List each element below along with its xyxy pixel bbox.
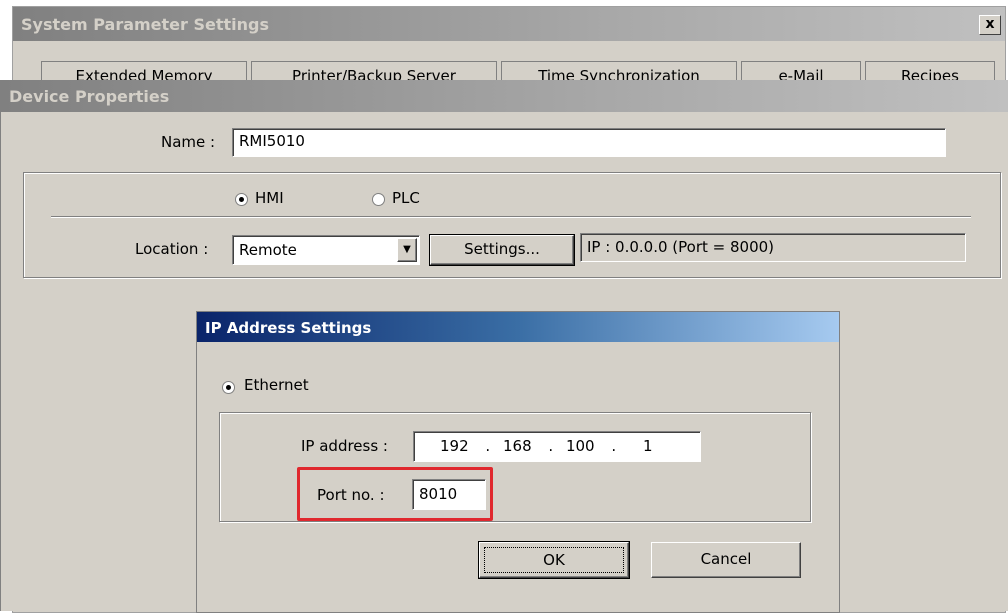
hmi-radio[interactable]: [235, 193, 248, 206]
ip-octet-3: 100: [565, 437, 595, 455]
group-separator: [51, 216, 971, 218]
location-label: Location :: [135, 240, 209, 258]
plc-label: PLC: [392, 189, 420, 207]
ip-address-label: IP address :: [301, 437, 388, 455]
ip-separator: .: [611, 437, 617, 455]
ip-octet-2: 168: [502, 437, 532, 455]
ip-address-dialog: IP Address Settings Ethernet IP address …: [196, 311, 840, 613]
hmi-label: HMI: [255, 189, 284, 207]
ip-octet-1: 192: [440, 437, 469, 455]
ip-octet-4: 1: [642, 437, 653, 455]
ip-dialog-titlebar: IP Address Settings: [197, 312, 839, 342]
chevron-down-icon[interactable]: ▼: [397, 238, 417, 262]
port-label: Port no. :: [317, 486, 385, 504]
ok-button[interactable]: OK: [479, 542, 629, 578]
ip-separator: .: [548, 437, 554, 455]
location-select[interactable]: Remote ▼: [232, 235, 420, 265]
name-input[interactable]: RMI5010: [232, 128, 946, 157]
system-parameter-title: System Parameter Settings: [21, 15, 270, 34]
system-parameter-titlebar: System Parameter Settings x: [13, 7, 1005, 41]
settings-button[interactable]: Settings...: [430, 235, 574, 265]
ethernet-radio[interactable]: [222, 381, 235, 394]
ok-label: OK: [543, 551, 565, 569]
port-input[interactable]: 8010: [412, 479, 486, 510]
close-icon[interactable]: x: [979, 15, 1001, 35]
ip-separator: .: [485, 437, 491, 455]
name-label: Name :: [161, 133, 216, 151]
ethernet-label: Ethernet: [244, 376, 309, 394]
device-properties-title: Device Properties: [9, 87, 170, 106]
cancel-button[interactable]: Cancel: [651, 542, 801, 578]
device-properties-titlebar: Device Properties: [1, 80, 1008, 112]
ip-dialog-title: IP Address Settings: [205, 319, 372, 337]
location-value: Remote: [239, 241, 297, 259]
plc-radio[interactable]: [372, 193, 385, 206]
ip-info-field: IP : 0.0.0.0 (Port = 8000): [580, 233, 966, 262]
ip-address-input[interactable]: 192 . 168 . 100 . 1: [413, 431, 701, 462]
ok-focus-ring: OK: [484, 547, 624, 573]
